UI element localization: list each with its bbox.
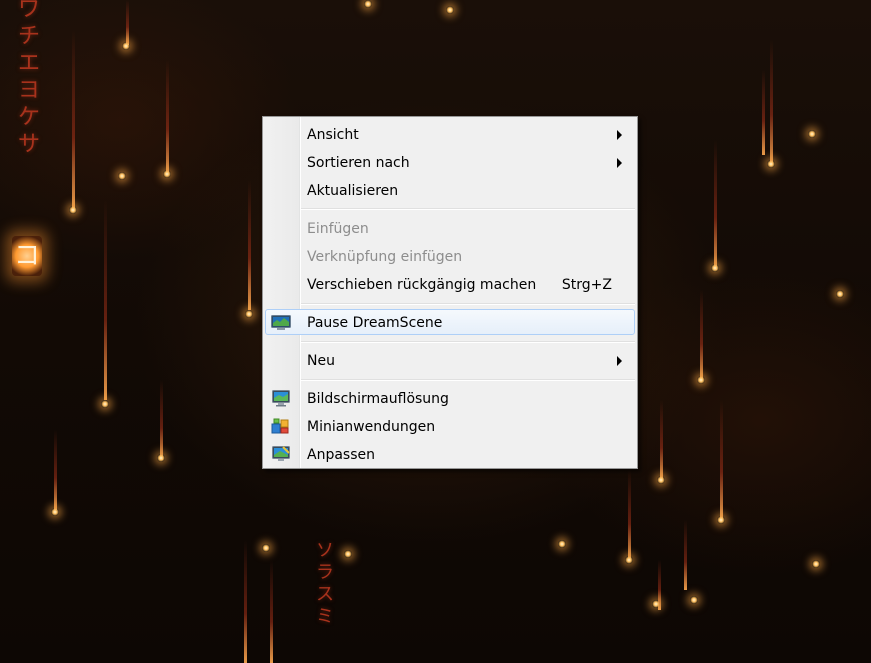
light-spark bbox=[364, 0, 372, 8]
light-spark bbox=[836, 290, 844, 298]
light-streak bbox=[72, 30, 75, 210]
wallpaper-glyph-column-bottom: ソラスミ bbox=[316, 540, 334, 627]
menu-item-anpassen[interactable]: Anpassen bbox=[265, 441, 635, 467]
menu-item-label: Pause DreamScene bbox=[307, 315, 443, 331]
light-streak bbox=[104, 200, 107, 400]
light-spark bbox=[157, 454, 165, 462]
submenu-arrow-icon bbox=[617, 158, 622, 168]
menu-item-label: Sortieren nach bbox=[307, 155, 410, 171]
light-spark bbox=[767, 160, 775, 168]
menu-item-aktualisieren[interactable]: Aktualisieren bbox=[265, 177, 635, 203]
light-streak bbox=[762, 70, 765, 155]
light-spark bbox=[262, 544, 270, 552]
menu-item-verschieben-rueckgaengig[interactable]: Verschieben rückgängig machen Strg+Z bbox=[265, 271, 635, 297]
menu-item-shortcut: Strg+Z bbox=[561, 277, 612, 293]
light-streak bbox=[126, 0, 129, 45]
menu-item-label: Verknüpfung einfügen bbox=[307, 249, 463, 265]
menu-item-ansicht[interactable]: Ansicht bbox=[265, 121, 635, 147]
menu-item-label: Verschieben rückgängig machen bbox=[307, 277, 537, 293]
light-streak bbox=[248, 180, 251, 310]
personalize-icon bbox=[271, 445, 291, 463]
light-streak bbox=[270, 560, 273, 663]
menu-item-label: Anpassen bbox=[307, 447, 375, 463]
light-spark bbox=[711, 264, 719, 272]
light-spark bbox=[690, 596, 698, 604]
menu-separator bbox=[301, 341, 635, 343]
menu-item-bildschirmaufloesung[interactable]: Bildschirmauflösung bbox=[265, 385, 635, 411]
light-streak bbox=[166, 60, 169, 175]
menu-item-label: Ansicht bbox=[307, 127, 359, 143]
light-spark bbox=[51, 508, 59, 516]
light-streak bbox=[660, 400, 663, 480]
menu-separator bbox=[301, 208, 635, 210]
menu-item-label: Neu bbox=[307, 353, 335, 369]
menu-separator bbox=[301, 379, 635, 381]
light-spark bbox=[625, 556, 633, 564]
dreamscene-icon bbox=[271, 313, 291, 331]
desktop-context-menu: Ansicht Sortieren nach Aktualisieren Ein… bbox=[262, 116, 638, 469]
menu-item-pause-dreamscene[interactable]: Pause DreamScene bbox=[265, 309, 635, 335]
menu-separator bbox=[301, 303, 635, 305]
light-spark bbox=[344, 550, 352, 558]
light-streak bbox=[628, 470, 631, 560]
menu-item-minianwendungen[interactable]: Minianwendungen bbox=[265, 413, 635, 439]
submenu-arrow-icon bbox=[617, 130, 622, 140]
light-spark bbox=[697, 376, 705, 384]
menu-item-sortieren-nach[interactable]: Sortieren nach bbox=[265, 149, 635, 175]
wallpaper-glowing-glyph: コ bbox=[12, 236, 42, 276]
display-resolution-icon bbox=[271, 389, 291, 407]
light-spark bbox=[101, 400, 109, 408]
light-streak bbox=[684, 520, 687, 590]
light-spark bbox=[717, 516, 725, 524]
light-streak bbox=[714, 140, 717, 270]
menu-item-label: Aktualisieren bbox=[307, 183, 399, 199]
light-spark bbox=[69, 206, 77, 214]
light-spark bbox=[808, 130, 816, 138]
light-spark bbox=[657, 476, 665, 484]
light-spark bbox=[163, 170, 171, 178]
submenu-arrow-icon bbox=[617, 356, 622, 366]
menu-item-label: Bildschirmauflösung bbox=[307, 391, 449, 407]
menu-item-label: Einfügen bbox=[307, 221, 369, 237]
light-spark bbox=[558, 540, 566, 548]
light-spark bbox=[652, 600, 660, 608]
light-spark bbox=[118, 172, 126, 180]
wallpaper-glyph-column: ワチエヨケサ bbox=[18, 0, 41, 157]
menu-item-verknuepfung-einfuegen[interactable]: Verknüpfung einfügen bbox=[265, 243, 635, 269]
light-streak bbox=[160, 380, 163, 460]
light-spark bbox=[245, 310, 253, 318]
menu-item-neu[interactable]: Neu bbox=[265, 347, 635, 373]
light-streak bbox=[700, 290, 703, 380]
light-spark bbox=[812, 560, 820, 568]
light-streak bbox=[770, 40, 773, 165]
menu-item-einfuegen[interactable]: Einfügen bbox=[265, 215, 635, 241]
menu-item-label: Minianwendungen bbox=[307, 419, 436, 435]
gadgets-icon bbox=[271, 417, 291, 435]
light-spark bbox=[446, 6, 454, 14]
light-spark bbox=[122, 42, 130, 50]
light-streak bbox=[244, 540, 247, 663]
light-streak bbox=[54, 430, 57, 510]
light-streak bbox=[720, 400, 723, 520]
